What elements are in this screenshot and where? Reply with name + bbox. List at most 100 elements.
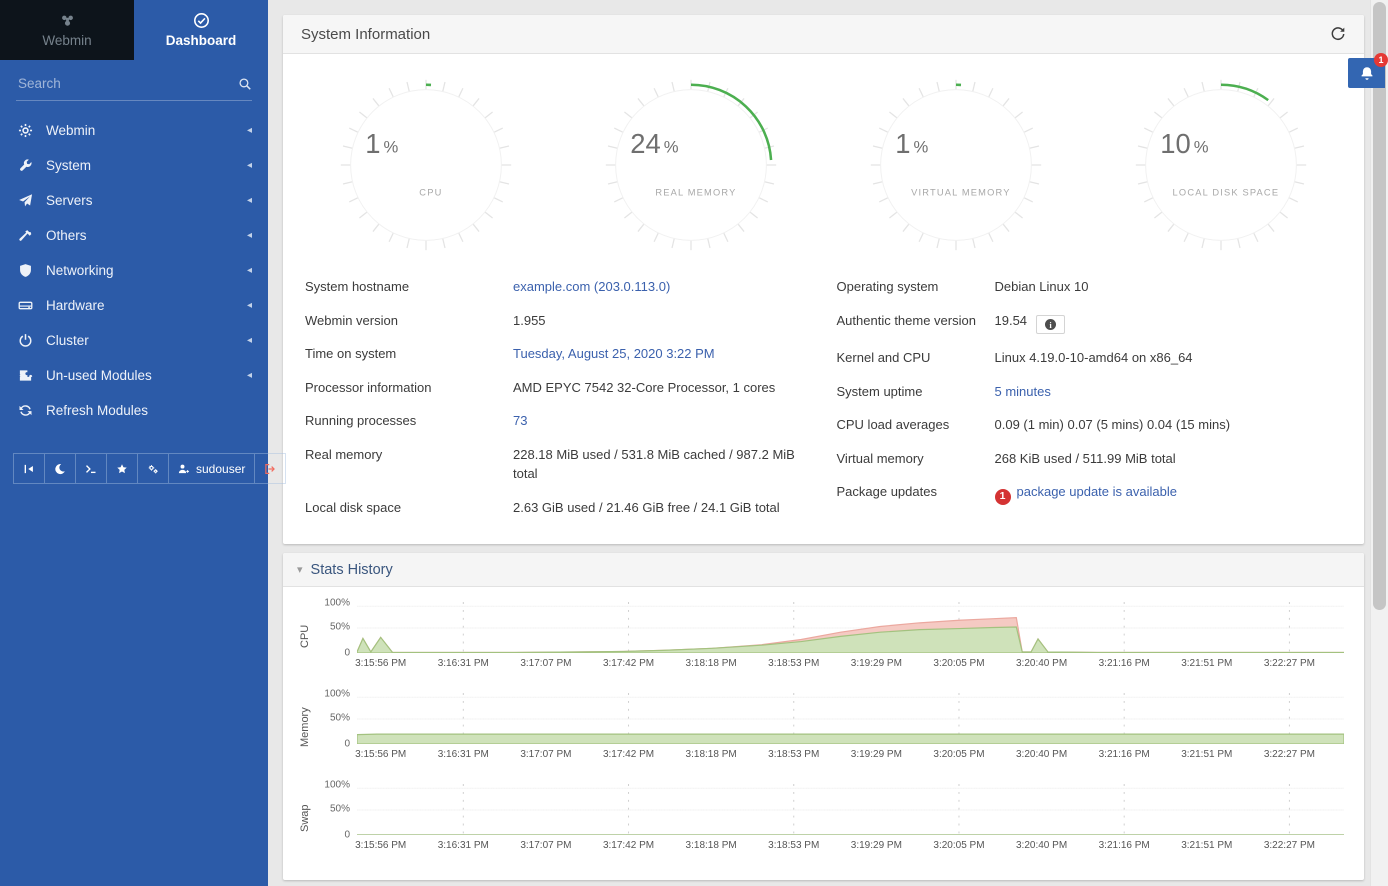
x-tick-label: 3:16:31 PM [438,840,489,851]
x-tick-label: 3:18:18 PM [686,840,737,851]
caret-left-icon: ◂ [247,336,252,346]
info-value-link[interactable]: Tuesday, August 25, 2020 3:22 PM [513,346,715,361]
chart-y-axis-title: Swap [295,783,315,854]
search-icon[interactable] [238,77,252,91]
night-mode-button[interactable] [45,453,76,484]
sidebar-item-refresh-modules[interactable]: Refresh Modules [0,393,268,428]
info-label: Real memory [305,445,513,484]
sidebar-item-webmin[interactable]: Webmin◂ [0,113,268,148]
x-tick-label: 3:19:29 PM [851,658,902,669]
gears-icon [147,463,159,475]
sidebar-item-label: Cluster [46,333,247,348]
info-value[interactable]: 5 minutes [995,382,1343,402]
info-label: CPU load averages [837,415,995,435]
y-tick-label: 50% [330,804,350,815]
sidebar-item-others[interactable]: Others◂ [0,218,268,253]
tab-webmin[interactable]: Webmin [0,0,134,60]
svg-text:LOCAL DISK SPACE: LOCAL DISK SPACE [1173,187,1280,197]
sidebar-item-hardware[interactable]: Hardware◂ [0,288,268,323]
power-icon [18,333,33,348]
info-value[interactable]: 73 [513,411,811,431]
info-value: AMD EPYC 7542 32-Core Processor, 1 cores [513,378,811,398]
theme-info-button[interactable]: i [1036,315,1065,334]
x-tick-label: 3:18:53 PM [768,658,819,669]
hammer-icon [18,228,33,243]
y-tick-label: 100% [324,779,350,790]
sidebar-item-servers[interactable]: Servers◂ [0,183,268,218]
stats-history-header[interactable]: ▾ Stats History [283,553,1364,587]
shield-icon [18,263,33,278]
x-tick-label: 3:18:53 PM [768,840,819,851]
x-tick-label: 3:20:05 PM [933,840,984,851]
sidebar-footer-toolbar: sudouser [13,453,255,484]
collapse-icon [23,463,35,475]
info-label: Virtual memory [837,449,995,469]
search-input[interactable] [16,75,238,92]
tab-dashboard[interactable]: Dashboard [134,0,268,60]
refresh-icon[interactable] [1330,26,1346,42]
notifications-button[interactable]: 1 [1348,58,1385,88]
theme-settings-button[interactable] [138,453,169,484]
scrollbar-thumb[interactable] [1373,2,1386,610]
info-value: 0.09 (1 min) 0.07 (5 mins) 0.04 (15 mins… [995,415,1343,435]
info-value[interactable]: 1package update is available [995,482,1343,505]
info-value: 228.18 MiB used / 531.8 MiB cached / 987… [513,445,811,484]
stats-history-panel: ▾ Stats History CPU 100% 50% 0 3:15:56 PM 3:1… [283,553,1364,880]
x-tick-label: 3:20:40 PM [1016,840,1067,851]
info-value-link[interactable]: 73 [513,413,527,428]
webmin-logo-icon [59,12,76,29]
info-row-processor-information: Processor informationAMD EPYC 7542 32-Co… [305,371,811,405]
y-tick-label: 100% [324,597,350,608]
chart-plot-area [357,783,1344,835]
sidebar-item-label: System [46,158,247,173]
scrollbar[interactable] [1370,0,1388,886]
sidebar-item-networking[interactable]: Networking◂ [0,253,268,288]
x-tick-label: 3:17:42 PM [603,658,654,669]
x-tick-label: 3:15:56 PM [355,840,406,851]
info-value-link[interactable]: example.com (203.0.113.0) [513,279,670,294]
chart-x-ticks: 3:15:56 PM3:16:31 PM3:17:07 PM3:17:42 PM… [357,840,1344,854]
info-value: Debian Linux 10 [995,277,1343,297]
user-menu-button[interactable]: sudouser [169,453,255,484]
info-row-authentic-theme-version: Authentic theme version19.54i [837,304,1343,342]
info-value-link[interactable]: package update is available [1017,484,1177,499]
x-tick-label: 3:19:29 PM [851,749,902,760]
info-label: Authentic theme version [837,311,995,335]
gauge-real-memory: 24%REAL MEMORY [558,72,823,258]
info-value-text: Linux 4.19.0-10-amd64 on x86_64 [995,350,1193,365]
info-value: Linux 4.19.0-10-amd64 on x86_64 [995,348,1343,368]
sidebar-item-system[interactable]: System◂ [0,148,268,183]
info-value-text: 0.09 (1 min) 0.07 (5 mins) 0.04 (15 mins… [995,417,1231,432]
x-tick-label: 3:18:18 PM [686,749,737,760]
logout-button[interactable] [255,453,286,484]
gauge-cpu: 1%CPU [293,72,558,258]
collapse-caret-icon: ▾ [297,563,303,576]
info-row-time-on-system: Time on systemTuesday, August 25, 2020 3… [305,337,811,371]
info-value[interactable]: example.com (203.0.113.0) [513,277,811,297]
gauge-virtual-memory: 1%VIRTUAL MEMORY [824,72,1089,258]
info-value[interactable]: Tuesday, August 25, 2020 3:22 PM [513,344,811,364]
chart-memory: Memory100%50%03:15:56 PM3:16:31 PM3:17:0… [295,692,1344,763]
info-row-system-uptime: System uptime5 minutes [837,375,1343,409]
favorites-button[interactable] [107,453,138,484]
x-tick-label: 3:17:07 PM [520,658,571,669]
info-row-real-memory: Real memory228.18 MiB used / 531.8 MiB c… [305,438,811,491]
info-value: 19.54i [995,311,1343,335]
sidebar-item-cluster[interactable]: Cluster◂ [0,323,268,358]
info-value-link[interactable]: 5 minutes [995,384,1051,399]
terminal-button[interactable] [76,453,107,484]
y-tick-label: 0 [344,830,350,841]
hdd-icon [18,298,33,313]
caret-left-icon: ◂ [247,196,252,206]
wrench-icon [18,158,33,173]
chart-y-axis-title: CPU [295,601,315,672]
sidebar-item-un-used-modules[interactable]: Un-used Modules◂ [0,358,268,393]
collapse-sidebar-button[interactable] [13,453,45,484]
info-value-text: 2.63 GiB used / 21.46 GiB free / 24.1 Gi… [513,500,780,515]
sidebar-item-label: Networking [46,263,247,278]
info-row-operating-system: Operating systemDebian Linux 10 [837,270,1343,304]
info-row-virtual-memory: Virtual memory268 KiB used / 511.99 MiB … [837,442,1343,476]
info-label: Package updates [837,482,995,505]
info-label: Processor information [305,378,513,398]
system-information-panel: System Information 1%CPU24%REAL MEMORY1%… [283,15,1364,544]
